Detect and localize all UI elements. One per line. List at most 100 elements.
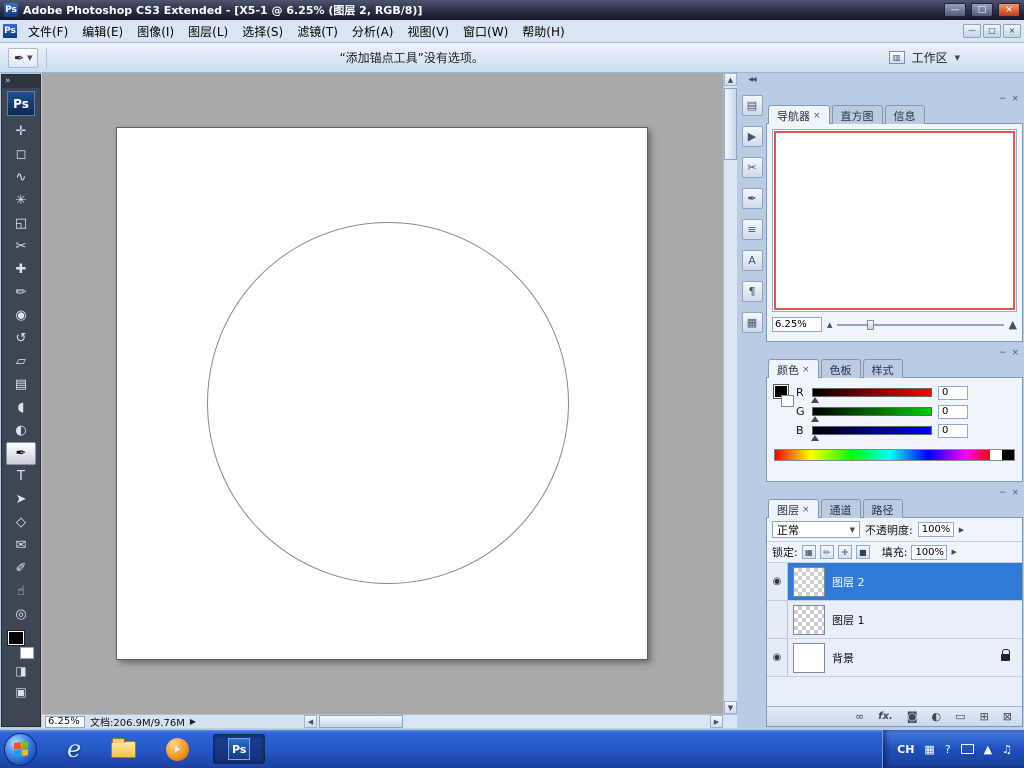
menu-help[interactable]: 帮助(H) (515, 20, 571, 43)
notes-tool[interactable]: ✉ (6, 534, 36, 557)
red-slider[interactable] (811, 388, 932, 403)
color-spectrum-ramp[interactable] (774, 449, 1015, 461)
red-value-input[interactable]: 0 (938, 385, 968, 400)
styles-panel-button[interactable]: ✒ (741, 188, 763, 209)
menu-layer[interactable]: 图层(L) (181, 20, 235, 43)
clone-source-panel-button[interactable]: ▶ (741, 126, 763, 147)
tab-info[interactable]: 信息 (884, 105, 925, 124)
move-tool[interactable]: ✛ (6, 120, 36, 143)
display-icon[interactable] (960, 744, 974, 754)
scroll-up-button[interactable]: ▲ (724, 73, 737, 86)
status-options-arrow[interactable]: ▶ (190, 717, 196, 726)
brush-tool[interactable]: ✏ (6, 281, 36, 304)
canvas-area[interactable]: ▲ ▼ 6.25% 文档:206.9M/9.76M ▶ ◀ ▶ (42, 73, 737, 729)
quick-selection-tool[interactable]: ✳ (6, 189, 36, 212)
gradient-tool[interactable]: ▤ (6, 373, 36, 396)
horizontal-scrollbar[interactable]: ◀ ▶ (304, 714, 723, 728)
fill-spinner[interactable]: ▶ (951, 548, 956, 556)
toolbox-collapse-button[interactable]: » (2, 75, 40, 88)
slice-tool[interactable]: ✂ (6, 235, 36, 258)
workspace-button[interactable]: ▥ 工作区 ▼ (888, 49, 960, 66)
layer-row-2[interactable]: ◉ 图层 2 (767, 563, 1022, 601)
menu-edit[interactable]: 编辑(E) (75, 20, 130, 43)
path-selection-tool[interactable]: ➤ (6, 488, 36, 511)
menu-file[interactable]: 文件(F) (21, 20, 75, 43)
brushes-panel-button[interactable]: ▤ (741, 95, 763, 116)
zoom-tool[interactable]: ◎ (6, 603, 36, 626)
vertical-scrollbar[interactable]: ▲ ▼ (723, 73, 737, 714)
minimize-button[interactable]: — (944, 3, 966, 17)
delete-layer-button[interactable]: ⊠ (1003, 711, 1012, 722)
layer-style-button[interactable]: fx. (878, 711, 893, 722)
fill-input[interactable]: 100% (911, 544, 948, 560)
tab-close-icon[interactable]: × (802, 505, 810, 515)
lock-all-button[interactable]: ■ (855, 545, 870, 559)
layer-thumbnail[interactable] (793, 566, 825, 597)
foreground-color-swatch[interactable] (7, 630, 25, 646)
status-zoom-input[interactable]: 6.25% (45, 715, 85, 728)
layer-name[interactable]: 背景 (832, 650, 854, 666)
tab-styles[interactable]: 样式 (862, 359, 903, 378)
crop-tool[interactable]: ◱ (6, 212, 36, 235)
pen-tool[interactable]: ✒ (6, 442, 36, 465)
tab-close-icon[interactable]: × (813, 111, 821, 121)
tab-paths[interactable]: 路径 (862, 499, 903, 518)
tab-histogram[interactable]: 直方图 (831, 105, 883, 124)
quick-mask-button[interactable]: ◨ (10, 662, 32, 680)
language-indicator[interactable]: CH (897, 743, 914, 756)
start-button[interactable] (4, 732, 37, 766)
new-group-button[interactable]: ▭ (955, 711, 965, 722)
rectangular-marquee-tool[interactable]: ◻ (6, 143, 36, 166)
layer-name[interactable]: 图层 1 (832, 612, 865, 628)
blur-tool[interactable]: ◖ (6, 396, 36, 419)
scroll-right-button[interactable]: ▶ (710, 715, 723, 728)
lasso-tool[interactable]: ∿ (6, 166, 36, 189)
panel-minimize-button[interactable]: − (999, 348, 1007, 358)
tab-layers[interactable]: 图层 × (768, 499, 819, 518)
opacity-input[interactable]: 100% (917, 522, 954, 537)
tool-presets-panel-button[interactable]: ✂ (741, 157, 763, 178)
history-brush-tool[interactable]: ↺ (6, 327, 36, 350)
screen-mode-button[interactable]: ▣ (10, 683, 32, 701)
horizontal-scroll-thumb[interactable] (319, 715, 403, 728)
background-color-swatch[interactable] (20, 647, 34, 659)
menu-analysis[interactable]: 分析(A) (345, 20, 401, 43)
blue-slider-thumb[interactable] (811, 435, 819, 441)
layer-comps-panel-button[interactable]: ≡ (741, 219, 763, 240)
eraser-tool[interactable]: ▱ (6, 350, 36, 373)
panel-minimize-button[interactable]: − (999, 94, 1007, 104)
doc-close-button[interactable]: × (1003, 24, 1021, 38)
character-panel-button[interactable]: A (741, 250, 763, 271)
close-button[interactable]: × (998, 3, 1020, 17)
type-tool[interactable]: T (6, 465, 36, 488)
zoom-out-icon[interactable]: ▲ (827, 321, 832, 329)
tab-color[interactable]: 颜色 × (768, 359, 819, 378)
tool-preset-picker[interactable]: ✒ ▼ (8, 47, 39, 68)
doc-minimize-button[interactable]: — (963, 24, 981, 38)
layer-row-1[interactable]: 图层 1 (767, 601, 1022, 639)
internet-explorer-icon[interactable]: e (67, 735, 81, 763)
maximize-button[interactable]: □ (971, 3, 993, 17)
document-page[interactable] (116, 127, 648, 660)
dock-expand-button[interactable]: ◀◀ (748, 74, 756, 85)
visibility-eye-icon[interactable]: ◉ (767, 639, 788, 676)
zoom-in-icon[interactable]: ▲ (1009, 318, 1017, 331)
green-value-input[interactable]: 0 (938, 404, 968, 419)
green-slider-thumb[interactable] (811, 416, 819, 422)
opacity-spinner[interactable]: ▶ (959, 526, 964, 534)
blue-value-input[interactable]: 0 (938, 423, 968, 438)
new-adjustment-layer-button[interactable]: ◐ (932, 711, 942, 722)
hand-tool[interactable]: ☝ (6, 580, 36, 603)
menu-view[interactable]: 视图(V) (400, 20, 456, 43)
keyboard-icon[interactable]: ▦ (924, 743, 934, 756)
navigator-view-box[interactable] (774, 131, 1015, 310)
doc-restore-button[interactable]: □ (983, 24, 1001, 38)
panel-close-button[interactable]: × (1011, 348, 1019, 358)
histogram-panel-button[interactable]: ▦ (741, 312, 763, 333)
layer-name[interactable]: 图层 2 (832, 574, 865, 590)
navigator-zoom-slider[interactable] (837, 319, 1004, 330)
link-layers-button[interactable]: ∞ (855, 711, 864, 722)
media-player-icon[interactable]: ▸ (166, 737, 190, 761)
tab-navigator[interactable]: 导航器 × (768, 105, 830, 124)
panel-minimize-button[interactable]: − (999, 488, 1007, 498)
